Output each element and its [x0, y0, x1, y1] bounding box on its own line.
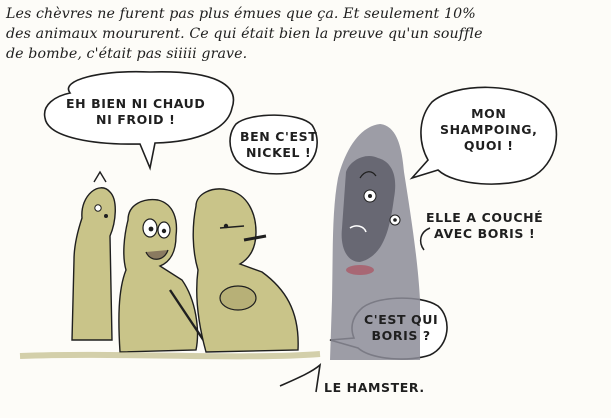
ground-line [19, 351, 321, 360]
speech-boris-line-1: ELLE A COUCHÉ [426, 210, 544, 225]
character-right [192, 188, 299, 353]
speech-text-nickel: BEN C'EST NICKEL ! [240, 129, 317, 161]
speech-chaud-line-1: EH BIEN NI CHAUD [66, 96, 206, 111]
speech-boris-line-2: AVEC BORIS ! [434, 226, 536, 241]
speech-shampoing-line-2: SHAMPOING, [440, 122, 538, 137]
speech-text-shampoing: MON SHAMPOING, QUOI ! [440, 106, 538, 154]
hamster-label: LE HAMSTER. [324, 380, 425, 395]
speech-text-chaud: EH BIEN NI CHAUD NI FROID ! [66, 96, 205, 128]
speech-shampoing-line-3: QUOI ! [463, 138, 514, 153]
speech-text-boris: ELLE A COUCHÉ AVEC BORIS ! [426, 210, 543, 242]
comic-panel: Les chèvres ne furent pas plus émues que… [0, 0, 611, 418]
character-left [71, 170, 116, 341]
speech-quiboris-line-2: BORIS ? [371, 328, 431, 343]
speech-nickel-line-2: NICKEL ! [246, 145, 312, 160]
speech-quiboris-line-1: C'EST QUI [364, 312, 439, 327]
speech-shampoing-line-1: MON [471, 106, 507, 121]
speech-text-quiboris: C'EST QUI BORIS ? [364, 312, 438, 344]
speech-chaud-line-2: NI FROID ! [96, 112, 176, 127]
hamster-pointer [279, 362, 322, 393]
illustration [19, 70, 558, 393]
speech-nickel-line-1: BEN C'EST [240, 129, 318, 144]
